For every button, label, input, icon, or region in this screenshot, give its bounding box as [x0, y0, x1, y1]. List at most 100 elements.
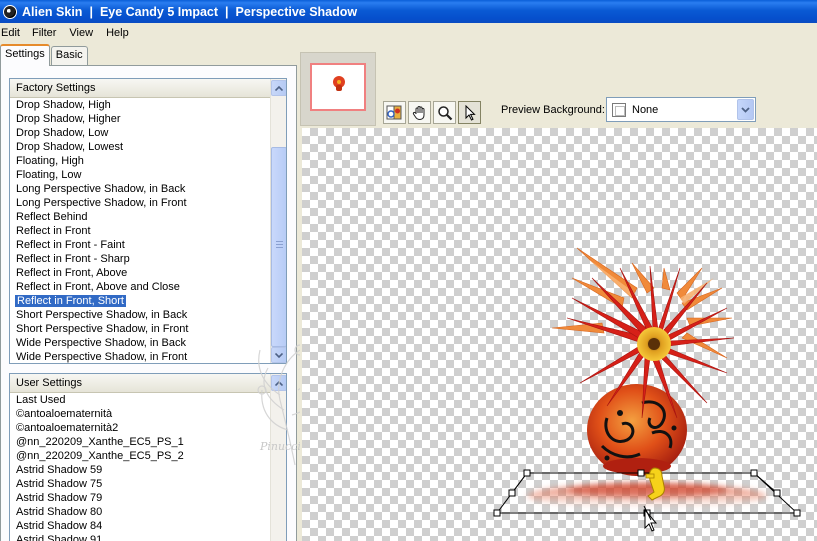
- list-item[interactable]: Long Perspective Shadow, in Back: [16, 182, 286, 196]
- list-item-label: Reflect Behind: [16, 211, 88, 223]
- list-item[interactable]: @nn_220209_Xanthe_EC5_PS_2: [16, 449, 286, 463]
- list-item-label: Reflect in Front - Sharp: [16, 253, 130, 265]
- list-item-label: Short Perspective Shadow, in Front: [16, 323, 189, 335]
- list-item[interactable]: Floating, Low: [16, 168, 286, 182]
- chevron-up-icon: [275, 380, 283, 386]
- scroll-thumb[interactable]: [271, 147, 286, 347]
- list-item-label: Reflect in Front: [16, 225, 91, 237]
- navigator-viewport[interactable]: [310, 63, 366, 111]
- list-item[interactable]: Short Perspective Shadow, in Back: [16, 308, 286, 322]
- list-item-label: Long Perspective Shadow, in Front: [16, 197, 187, 209]
- preview-toggle-button[interactable]: [383, 101, 406, 124]
- scroll-up-button[interactable]: [271, 375, 286, 391]
- list-item[interactable]: Astrid Shadow 79: [16, 491, 286, 505]
- flower-thumbnail-icon: [333, 76, 345, 91]
- list-item[interactable]: @nn_220209_Xanthe_EC5_PS_1: [16, 435, 286, 449]
- list-item[interactable]: Wide Perspective Shadow, in Back: [16, 336, 286, 350]
- list-item[interactable]: Reflect in Front: [16, 224, 286, 238]
- scroll-up-button[interactable]: [271, 80, 286, 96]
- menu-bar: Edit Filter View Help: [0, 23, 817, 42]
- list-item[interactable]: Astrid Shadow 84: [16, 519, 286, 533]
- list-item-label: Astrid Shadow 80: [16, 506, 103, 518]
- user-settings-scrollbar[interactable]: [270, 374, 286, 541]
- chevron-down-icon: [275, 352, 283, 358]
- list-item[interactable]: Reflect in Front, Short: [15, 294, 286, 308]
- zoom-tool-button[interactable]: [433, 101, 456, 124]
- scroll-down-button[interactable]: [271, 347, 286, 363]
- list-item-label: Astrid Shadow 91: [16, 534, 103, 541]
- menu-edit[interactable]: Edit: [0, 27, 20, 39]
- list-item-label: Last Used: [16, 394, 66, 406]
- menu-help[interactable]: Help: [105, 27, 129, 39]
- background-swatch-icon: [612, 102, 626, 117]
- list-item-label: ©antoaloematernità: [16, 408, 113, 420]
- list-item[interactable]: Astrid Shadow 91: [16, 533, 286, 541]
- chevron-up-icon: [275, 85, 283, 91]
- list-item[interactable]: Reflect in Front, Above: [16, 266, 286, 280]
- list-item[interactable]: Drop Shadow, Lowest: [16, 140, 286, 154]
- alien-skin-app-icon[interactable]: [3, 4, 17, 19]
- hand-icon: [412, 105, 424, 120]
- factory-settings-header: Factory Settings: [10, 79, 286, 98]
- vase: [587, 384, 687, 476]
- preview-background-value: None: [632, 103, 659, 116]
- preview-background-label: Preview Background:: [501, 104, 605, 116]
- list-item-label: Reflect in Front, Above: [16, 267, 128, 279]
- list-item[interactable]: ©antoaloematernità2: [16, 421, 286, 435]
- chevron-down-icon: [741, 106, 750, 113]
- title-separator: |: [89, 4, 93, 19]
- factory-settings-scrollbar[interactable]: [270, 79, 286, 363]
- user-settings-header: User Settings: [10, 374, 286, 393]
- list-item[interactable]: Reflect in Front - Sharp: [16, 252, 286, 266]
- list-item-label: Wide Perspective Shadow, in Back: [16, 337, 186, 349]
- preview-background-select[interactable]: None: [606, 97, 756, 122]
- list-item-label: @nn_220209_Xanthe_EC5_PS_1: [16, 436, 184, 448]
- list-item[interactable]: Floating, High: [16, 154, 286, 168]
- list-item[interactable]: Drop Shadow, Low: [16, 126, 286, 140]
- list-item[interactable]: Astrid Shadow 75: [16, 477, 286, 491]
- list-item[interactable]: Astrid Shadow 80: [16, 505, 286, 519]
- settings-tabs: Settings Basic: [0, 44, 88, 66]
- list-item-label: Drop Shadow, High: [16, 99, 111, 111]
- list-item[interactable]: Drop Shadow, Higher: [16, 112, 286, 126]
- list-item[interactable]: Reflect in Front, Above and Close: [16, 280, 286, 294]
- list-item-label: Drop Shadow, Low: [16, 127, 109, 139]
- list-item[interactable]: Wide Perspective Shadow, in Front: [16, 350, 286, 363]
- tab-settings[interactable]: Settings: [0, 44, 50, 66]
- title-separator: |: [225, 4, 229, 19]
- list-item[interactable]: Reflect Behind: [16, 210, 286, 224]
- list-item[interactable]: ©antoaloematernità: [16, 407, 286, 421]
- list-item-label: Astrid Shadow 84: [16, 520, 103, 532]
- list-item-label: Floating, Low: [16, 169, 82, 181]
- list-item-label: Floating, High: [16, 155, 84, 167]
- list-item-label: Astrid Shadow 59: [16, 464, 103, 476]
- list-item-label: Wide Perspective Shadow, in Front: [16, 351, 188, 363]
- menu-filter[interactable]: Filter: [31, 27, 56, 39]
- list-item-label: Reflect in Front - Faint: [16, 239, 125, 251]
- list-item[interactable]: Astrid Shadow 59: [16, 463, 286, 477]
- list-item[interactable]: Last Used: [16, 393, 286, 407]
- pointer-tool-button[interactable]: [458, 101, 481, 124]
- list-item[interactable]: Short Perspective Shadow, in Front: [16, 322, 286, 336]
- list-item-label: Long Perspective Shadow, in Back: [16, 183, 186, 195]
- list-item-label: Short Perspective Shadow, in Back: [16, 309, 188, 321]
- preview-image: [493, 247, 801, 532]
- factory-settings-list[interactable]: Factory Settings Drop Shadow, High Drop S…: [9, 78, 287, 364]
- zoom-icon: [437, 105, 452, 120]
- dropdown-arrow-button[interactable]: [737, 99, 754, 120]
- hand-tool-button[interactable]: [408, 101, 431, 124]
- user-settings-list[interactable]: User Settings Last Used ©antoaloematernit…: [9, 373, 287, 541]
- navigator-thumbnail[interactable]: [300, 52, 376, 126]
- list-item[interactable]: Drop Shadow, High: [16, 98, 286, 112]
- preview-toggle-icon: [386, 105, 402, 120]
- menu-view[interactable]: View: [68, 27, 93, 39]
- list-item-label: Reflect in Front, Above and Close: [16, 281, 180, 293]
- list-item-label: Astrid Shadow 79: [16, 492, 103, 504]
- title-product: Eye Candy 5 Impact: [99, 4, 219, 19]
- list-item[interactable]: Reflect in Front - Faint: [16, 238, 286, 252]
- list-item-label: Drop Shadow, Lowest: [16, 141, 124, 153]
- list-item[interactable]: Long Perspective Shadow, in Front: [16, 196, 286, 210]
- list-item-label: Drop Shadow, Higher: [16, 113, 121, 125]
- tab-basic[interactable]: Basic: [50, 46, 88, 66]
- preview-canvas[interactable]: [302, 128, 817, 541]
